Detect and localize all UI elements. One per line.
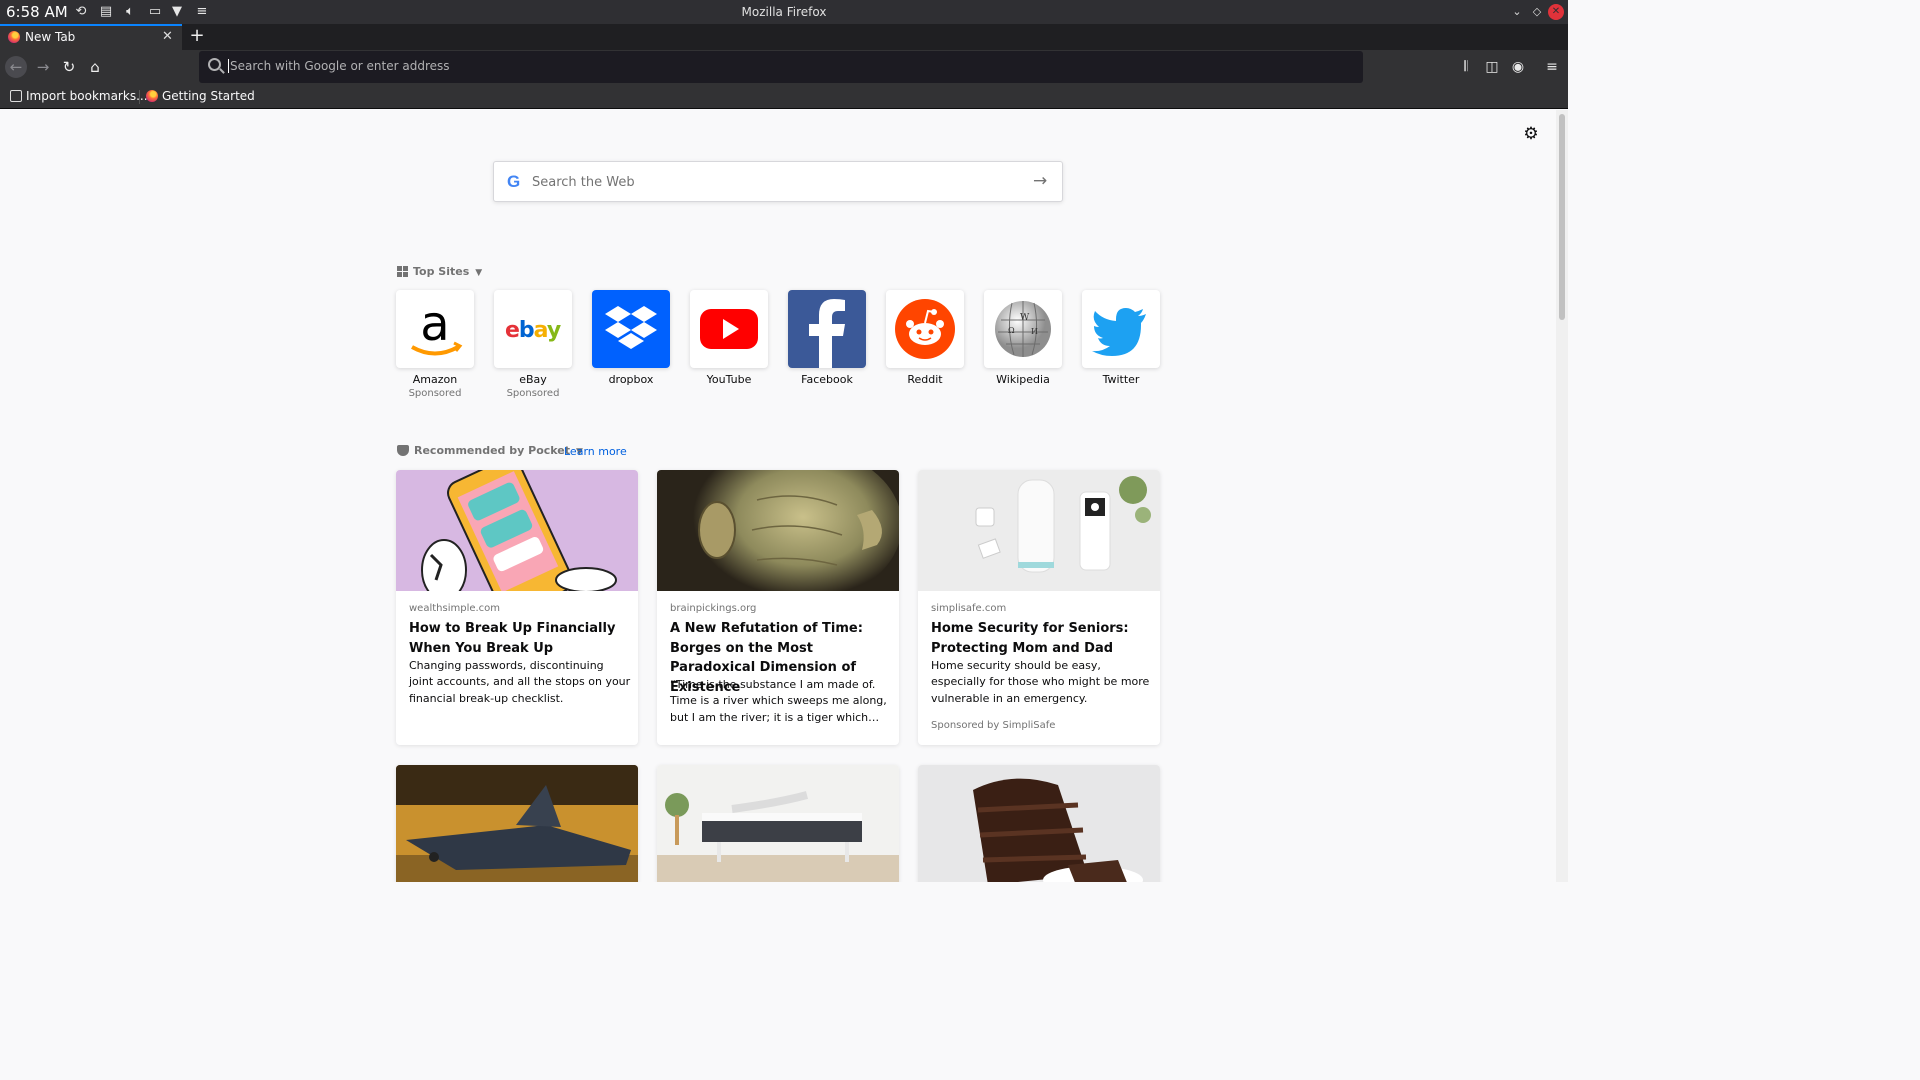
bookmark-import[interactable]: Import bookmarks... [10, 89, 148, 103]
story-image [657, 765, 899, 882]
site-title: Twitter [1102, 373, 1140, 386]
web-search-input[interactable]: Search the Web [532, 175, 635, 190]
pocket-heading[interactable]: Recommended by Pocket ▼ [397, 444, 583, 457]
tab-new-tab[interactable]: New Tab ✕ [0, 24, 182, 50]
top-site-facebook[interactable]: Facebook [788, 290, 866, 386]
story-card[interactable]: wealthsimple.com How to Break Up Financi… [396, 470, 638, 745]
bookmark-getting-started[interactable]: Getting Started [146, 89, 255, 103]
forward-button[interactable]: → [32, 56, 54, 78]
bookmark-label: Getting Started [162, 89, 255, 103]
grid-icon [397, 266, 408, 277]
window-title: Mozilla Firefox [741, 5, 827, 19]
bookmarks-toolbar: Import bookmarks... Getting Started [0, 84, 1568, 109]
story-image [918, 470, 1160, 591]
site-title: Facebook [801, 373, 853, 386]
arrow-right-icon[interactable]: → [1033, 171, 1047, 191]
gear-icon[interactable]: ⚙ [1521, 124, 1541, 144]
chevron-down-icon: ▼ [475, 268, 483, 278]
amazon-logo-icon: a [396, 290, 474, 368]
learn-more-link[interactable]: Learn more [564, 445, 627, 458]
new-tab-button[interactable]: + [189, 24, 205, 48]
site-title: dropbox [608, 373, 654, 386]
tab-strip: New Tab ✕ + [0, 24, 1568, 50]
site-title: Amazon [412, 373, 458, 386]
url-bar[interactable]: Search with Google or enter address [199, 51, 1363, 83]
site-title: YouTube [706, 373, 752, 386]
story-image [396, 470, 638, 591]
top-site-twitter[interactable]: Twitter [1082, 290, 1160, 386]
site-sponsored-label: Sponsored [408, 388, 462, 399]
story-source: simplisafe.com [931, 603, 1007, 614]
back-button[interactable]: ← [5, 56, 27, 78]
import-icon [10, 90, 22, 102]
story-card[interactable] [396, 765, 638, 882]
bookmark-separator [139, 90, 140, 104]
library-icon[interactable]: 𝄃 [1456, 56, 1476, 78]
site-title: Wikipedia [996, 373, 1050, 386]
navigation-toolbar: ← → ↻ ⌂ Search with Google or enter addr… [0, 50, 1568, 84]
story-image [918, 765, 1160, 882]
wikipedia-logo-icon: W Ω И [984, 290, 1062, 368]
top-site-amazon[interactable]: a Amazon Sponsored [396, 290, 474, 399]
top-site-reddit[interactable]: Reddit [886, 290, 964, 386]
pocket-heading-label: Recommended by Pocket [414, 444, 571, 457]
reddit-logo-icon [886, 290, 964, 368]
pocket-icon [397, 445, 409, 456]
story-card[interactable]: brainpickings.org A New Refutation of Ti… [657, 470, 899, 745]
close-tab-icon[interactable]: ✕ [162, 29, 173, 44]
story-image [396, 765, 638, 882]
tab-label: New Tab [25, 30, 76, 44]
story-sponsor: Sponsored by SimpliSafe [931, 720, 1056, 731]
story-title: Home Security for Seniors: Protecting Mo… [931, 621, 1129, 656]
story-source: wealthsimple.com [409, 603, 501, 614]
story-card[interactable]: simplisafe.com Home Security for Seniors… [918, 470, 1160, 745]
story-excerpt: “Time is the substance I am made of. Tim… [670, 678, 887, 724]
twitter-logo-icon [1082, 290, 1160, 368]
story-excerpt: Home security should be easy, especially… [931, 659, 1150, 705]
close-window-button[interactable]: ✕ [1548, 4, 1564, 20]
svg-text:ebay: ebay [505, 318, 561, 343]
svg-text:И: И [1031, 327, 1038, 336]
url-input[interactable]: Search with Google or enter address [228, 59, 450, 73]
site-sponsored-label: Sponsored [506, 388, 560, 399]
story-title: How to Break Up Financially When You Bre… [409, 621, 616, 656]
maximize-icon[interactable]: ◇ [1529, 4, 1545, 20]
os-top-bar: 6:58 AM ⟲ ▤ 🔈︎ ▭ ▼ ≡ Mozilla Firefox ⌄ ◇… [0, 0, 1568, 24]
ebay-logo-icon: ebay [494, 290, 572, 368]
web-search-box[interactable]: G Search the Web → [493, 161, 1063, 202]
scrollbar-thumb[interactable] [1559, 114, 1565, 320]
google-icon: G [507, 172, 521, 191]
top-sites-heading-label: Top Sites [413, 265, 470, 278]
account-icon[interactable]: ◉ [1508, 56, 1528, 78]
home-button[interactable]: ⌂ [84, 56, 106, 78]
facebook-logo-icon [788, 290, 866, 368]
svg-text:a: a [420, 296, 449, 352]
scrollbar[interactable] [1556, 110, 1568, 882]
minimize-icon[interactable]: ⌄ [1509, 4, 1525, 20]
new-tab-page: ⚙ G Search the Web → Top Sites ▼ a Amazon… [0, 110, 1556, 882]
reload-button[interactable]: ↻ [58, 56, 80, 78]
top-site-wikipedia[interactable]: W Ω И Wikipedia [984, 290, 1062, 386]
story-excerpt: Changing passwords, discontinuing joint … [409, 659, 631, 705]
dropbox-logo-icon [592, 290, 670, 368]
firefox-favicon-icon [8, 31, 20, 43]
story-card[interactable] [657, 765, 899, 882]
youtube-logo-icon [690, 290, 768, 368]
search-icon [208, 58, 221, 71]
bookmark-label: Import bookmarks... [26, 89, 148, 103]
story-source: brainpickings.org [670, 603, 757, 614]
site-title: eBay [519, 373, 547, 386]
top-site-youtube[interactable]: YouTube [690, 290, 768, 386]
app-menu-icon[interactable]: ≡ [1542, 56, 1562, 78]
story-card[interactable] [918, 765, 1160, 882]
top-sites-heading[interactable]: Top Sites ▼ [397, 265, 482, 278]
svg-text:W: W [1020, 313, 1030, 323]
site-title: Reddit [907, 373, 943, 386]
top-site-ebay[interactable]: ebay eBay Sponsored [494, 290, 572, 399]
svg-text:Ω: Ω [1008, 326, 1015, 335]
story-image [657, 470, 899, 591]
sidebar-icon[interactable]: ◫ [1482, 56, 1502, 78]
top-site-dropbox[interactable]: dropbox [592, 290, 670, 386]
firefox-icon [146, 90, 158, 102]
